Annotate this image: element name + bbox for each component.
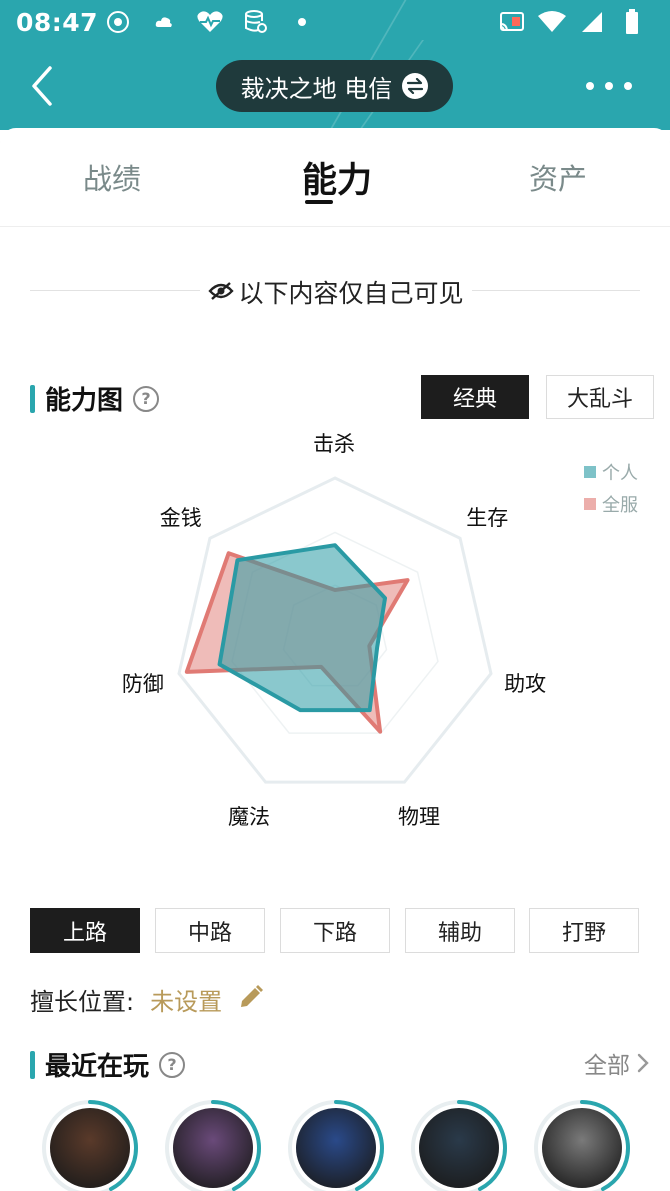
ability-section-title: 能力图 — [45, 386, 124, 416]
cast-icon — [498, 9, 526, 35]
health-heart-icon — [196, 9, 224, 35]
visibility-notice-row: 以下内容仅自己可见 — [30, 272, 640, 312]
chart-legend: 个人 全服 — [584, 456, 638, 520]
divider-line — [30, 290, 200, 291]
lane-jungle-button[interactable]: 打野 — [529, 908, 639, 953]
radar-axis-label: 击杀 — [313, 432, 355, 456]
champion-avatar-yasuo[interactable] — [411, 1100, 508, 1191]
champion-avatar-irelia[interactable] — [165, 1100, 262, 1191]
section-accent-bar — [30, 384, 35, 413]
radar-axis-label: 生存 — [466, 505, 509, 530]
mode-aram-button[interactable]: 大乱斗 — [546, 375, 654, 419]
lane-mid-button[interactable]: 中路 — [155, 908, 265, 953]
radar-axis-label: 金钱 — [159, 505, 202, 530]
tab-bar: 战绩 能力 资产 — [0, 128, 670, 226]
champion-avatar-graves[interactable] — [42, 1100, 139, 1191]
legend-swatch — [584, 498, 596, 510]
status-time: 08:47 — [16, 8, 99, 37]
server-switch-button[interactable]: 裁决之地 电信 — [216, 60, 453, 112]
help-icon[interactable]: ? — [133, 385, 160, 412]
divider-line — [472, 290, 640, 291]
lane-top-button[interactable]: 上路 — [30, 908, 140, 953]
recent-champions-list — [42, 1100, 644, 1191]
preferred-position-row: 擅长位置: 未设置 — [30, 982, 264, 1017]
status-bar: 08:47 — [0, 0, 670, 46]
status-icons-right — [498, 9, 646, 35]
radar-axis-label: 魔法 — [227, 804, 270, 829]
battery-icon — [618, 9, 646, 35]
radar-axis-label: 防御 — [121, 671, 164, 696]
visibility-notice-text: 以下内容仅自己可见 — [238, 279, 464, 308]
ability-section-header: 能力图 ? — [30, 380, 160, 417]
more-dot-icon — [605, 82, 613, 90]
mode-classic-button[interactable]: 经典 — [421, 375, 529, 419]
dot-indicator-icon — [288, 9, 316, 35]
radar-axis-label: 物理 — [398, 804, 441, 829]
legend-item-server: 全服 — [584, 488, 638, 520]
header: 08:47 裁决之地 电信 — [0, 0, 670, 130]
champion-portrait — [50, 1108, 130, 1188]
chevron-right-icon — [637, 1053, 649, 1073]
champion-portrait — [173, 1108, 253, 1188]
champion-portrait — [296, 1108, 376, 1188]
active-tab-indicator — [305, 200, 333, 204]
more-options-button[interactable] — [586, 80, 632, 92]
back-button[interactable] — [22, 62, 62, 110]
page: 08:47 裁决之地 电信 战绩 能力 资产 以下内容仅自己可见 能力图 ? 经… — [0, 0, 670, 1191]
help-icon[interactable]: ? — [159, 1051, 186, 1078]
cellular-signal-icon — [578, 9, 606, 35]
more-dot-icon — [624, 82, 632, 90]
server-name: 裁决之地 电信 — [240, 74, 393, 103]
legend-label: 个人 — [602, 463, 638, 484]
lane-bot-button[interactable]: 下路 — [280, 908, 390, 953]
database-settings-icon — [242, 9, 270, 35]
ability-radar-chart — [177, 476, 493, 784]
radar-axis-label: 助攻 — [504, 671, 547, 696]
swap-icon — [402, 73, 429, 99]
cloud-icon — [150, 9, 178, 35]
view-all-link[interactable]: 全部 — [584, 1046, 650, 1080]
legend-item-personal: 个人 — [584, 456, 638, 488]
champion-portrait — [419, 1108, 499, 1188]
radar-series-personal — [217, 543, 388, 713]
view-all-label: 全部 — [584, 1053, 630, 1079]
status-icons-left — [104, 9, 316, 35]
recent-section-title: 最近在玩 — [45, 1052, 150, 1082]
legend-label: 全服 — [602, 495, 638, 516]
recent-section-header: 最近在玩 ? — [30, 1046, 186, 1083]
position-value[interactable]: 未设置 — [150, 982, 222, 1017]
eye-off-icon — [208, 278, 235, 307]
champion-portrait — [542, 1108, 622, 1188]
tab-record[interactable]: 战绩 — [83, 156, 141, 198]
legend-swatch — [584, 466, 596, 478]
edit-pencil-icon[interactable] — [238, 984, 264, 1016]
section-accent-bar — [30, 1050, 35, 1079]
tab-assets[interactable]: 资产 — [529, 156, 587, 198]
wifi-icon — [538, 9, 566, 35]
tab-ability[interactable]: 能力 — [302, 152, 372, 203]
champion-avatar-riven[interactable] — [534, 1100, 631, 1191]
lane-support-button[interactable]: 辅助 — [405, 908, 515, 953]
position-label: 擅长位置: — [30, 988, 135, 1016]
app-notification-icon — [104, 9, 132, 35]
more-dot-icon — [586, 82, 594, 90]
champion-avatar-kassadin[interactable] — [288, 1100, 385, 1191]
chevron-left-icon — [32, 66, 52, 106]
visibility-notice: 以下内容仅自己可见 — [206, 272, 466, 312]
